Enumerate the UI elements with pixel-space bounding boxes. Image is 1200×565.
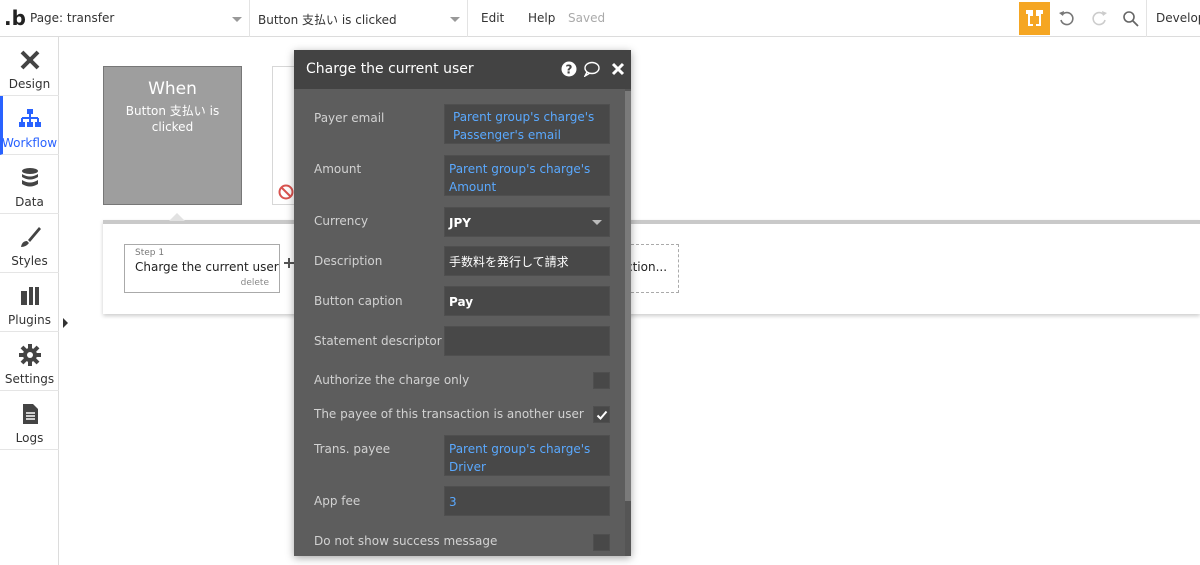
statement-descriptor-label: Statement descriptor — [314, 334, 442, 348]
plus-icon[interactable] — [284, 258, 294, 268]
sidebar-item-logs[interactable]: Logs — [0, 391, 59, 450]
sidebar-item-styles[interactable]: Styles — [0, 214, 59, 273]
help-menu[interactable]: Help — [528, 11, 555, 25]
sidebar-item-label: Settings — [4, 372, 55, 386]
property-editor-scroll-thumb[interactable] — [625, 91, 631, 501]
property-editor-header[interactable]: Charge the current user ? — [294, 50, 631, 89]
gift-icon-ribbon — [1033, 10, 1036, 26]
sidebar-item-label: Design — [8, 77, 51, 91]
top-bar: .b Page: transfer Button 支払い is clicked … — [0, 0, 1200, 37]
event-card-title: When — [148, 79, 197, 99]
app-fee-value: 3 — [449, 495, 457, 509]
property-editor: Charge the current user ? Payer email Pa… — [294, 50, 631, 556]
sidebar-item-settings[interactable]: Settings — [0, 332, 59, 391]
sidebar-item-label: Plugins — [8, 313, 51, 327]
trans-payee-field[interactable]: Parent group's charge's Driver — [444, 435, 610, 476]
sidebar-item-workflow[interactable]: Workflow — [0, 96, 59, 155]
chevron-right-icon[interactable] — [63, 318, 68, 328]
description-value: 手数料を発行して請求 — [449, 255, 569, 269]
add-action-button[interactable]: ction... — [626, 244, 679, 293]
sidebar-item-label: Data — [15, 195, 44, 209]
step-delete-link[interactable]: delete — [241, 278, 269, 288]
chevron-down-icon — [232, 17, 242, 22]
sidebar-item-label: Workflow — [1, 136, 58, 150]
statement-descriptor-field[interactable] — [444, 326, 610, 356]
no-success-message-checkbox[interactable] — [593, 534, 610, 551]
checkmark-icon — [596, 410, 608, 420]
event-selector[interactable]: Button 支払い is clicked — [250, 0, 468, 37]
version-selector[interactable]: Develop — [1146, 0, 1200, 37]
amount-value: Parent group's charge's Amount — [449, 162, 591, 194]
payee-other-label: The payee of this transaction is another… — [314, 407, 584, 421]
search-icon[interactable] — [1122, 10, 1140, 28]
sidebar: Design Workflow Data Styles Plugins Sett… — [0, 37, 59, 565]
step-number: Step 1 — [135, 248, 165, 258]
chevron-down-icon — [592, 220, 602, 225]
trans-payee-label: Trans. payee — [314, 442, 391, 456]
add-action-label: ction... — [626, 260, 668, 274]
property-editor-title: Charge the current user — [306, 61, 474, 77]
description-field[interactable]: 手数料を発行して請求 — [444, 246, 610, 276]
payee-other-checkbox[interactable] — [593, 406, 610, 423]
workflow-tree-icon — [19, 109, 41, 127]
gear-icon — [19, 344, 41, 366]
chevron-down-icon — [450, 17, 460, 22]
edit-menu[interactable]: Edit — [481, 11, 504, 25]
button-caption-label: Button caption — [314, 294, 403, 308]
button-caption-value: Pay — [449, 295, 474, 309]
button-caption-field[interactable]: Pay — [444, 286, 610, 316]
step-title: Charge the current user — [135, 260, 279, 274]
help-icon[interactable]: ? — [561, 61, 577, 77]
no-success-message-label: Do not show success message — [314, 534, 498, 548]
payer-email-value: Parent group's charge's Passenger's emai… — [453, 110, 595, 142]
currency-label: Currency — [314, 214, 369, 228]
page-selector-label: Page: transfer — [30, 11, 115, 25]
event-selector-label: Button 支払い is clicked — [258, 13, 397, 27]
bubble-logo[interactable]: .b — [4, 6, 26, 30]
event-card-description: Button 支払い is clicked — [125, 104, 220, 134]
svg-text:?: ? — [566, 63, 573, 77]
event-pointer — [169, 213, 185, 221]
currency-value: JPY — [449, 216, 471, 230]
page-selector[interactable]: Page: transfer — [26, 0, 250, 37]
workflow-step-card[interactable]: Step 1 Charge the current user delete — [124, 244, 280, 293]
payer-email-label: Payer email — [314, 111, 385, 125]
sidebar-item-plugins[interactable]: Plugins — [0, 273, 59, 332]
close-icon[interactable] — [610, 61, 626, 77]
event-card[interactable]: When Button 支払い is clicked — [103, 66, 242, 205]
saved-status: Saved — [568, 11, 606, 25]
payer-email-field[interactable]: Parent group's charge's Passenger's emai… — [444, 104, 610, 144]
amount-field[interactable]: Parent group's charge's Amount — [444, 155, 610, 196]
undo-icon[interactable] — [1058, 10, 1076, 28]
authorize-only-checkbox[interactable] — [593, 372, 610, 389]
gift-button[interactable] — [1019, 2, 1050, 35]
sidebar-item-data[interactable]: Data — [0, 155, 59, 214]
document-icon — [23, 404, 38, 424]
description-label: Description — [314, 254, 383, 268]
comment-icon[interactable] — [584, 61, 600, 77]
sidebar-item-label: Logs — [15, 431, 44, 445]
authorize-only-label: Authorize the charge only — [314, 373, 470, 387]
no-entry-icon — [278, 184, 294, 200]
design-tools-icon — [20, 50, 40, 70]
redo-icon[interactable] — [1090, 10, 1108, 28]
plug-icon — [21, 287, 39, 305]
app-fee-label: App fee — [314, 494, 361, 508]
brush-icon — [21, 227, 41, 247]
app-fee-field[interactable]: 3 — [444, 486, 610, 516]
sidebar-item-design[interactable]: Design — [0, 37, 59, 96]
amount-label: Amount — [314, 162, 362, 176]
sidebar-item-label: Styles — [11, 254, 48, 268]
version-selector-label: Develop — [1156, 11, 1200, 25]
currency-select[interactable]: JPY — [444, 207, 610, 237]
database-icon — [22, 168, 38, 187]
trans-payee-value: Parent group's charge's Driver — [449, 442, 591, 474]
